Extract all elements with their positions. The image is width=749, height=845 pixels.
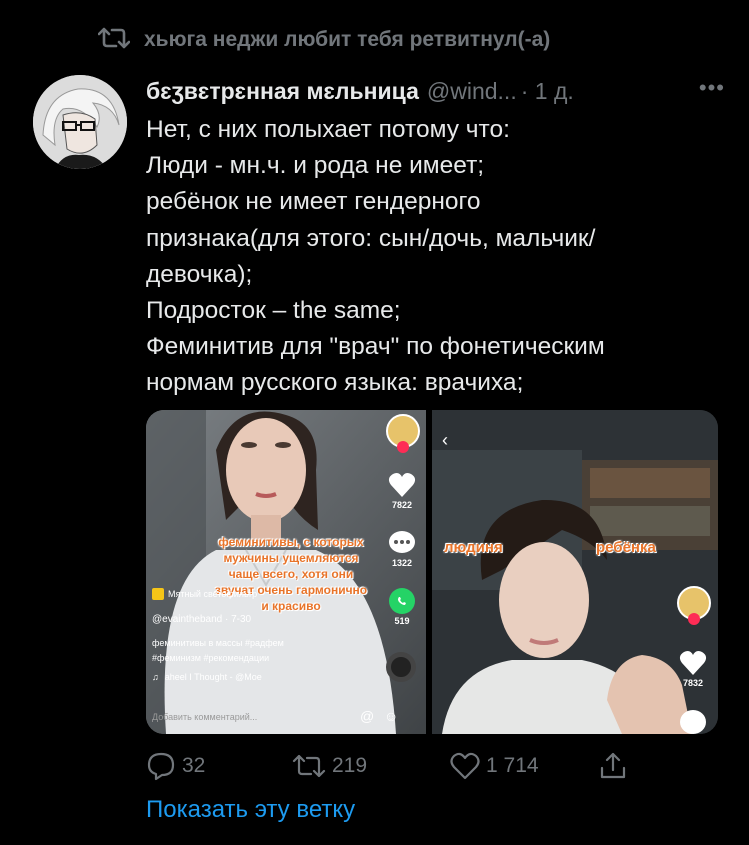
video-frame-right [432,410,718,734]
author-name[interactable]: бɛʒвɛтрɛнная мɛльница [146,78,419,105]
tweet-actions: 32 219 1 714 [146,748,636,784]
like-count: 7822 [391,500,413,510]
avatar[interactable] [33,75,127,169]
more-options-icon[interactable]: ••• [699,75,725,101]
comment-action-left[interactable]: 1322 [388,530,416,568]
share-action-left[interactable]: 519 [389,588,415,626]
retweet-text: хьюга неджи любит тебя ретвитнул(-а) [144,28,551,51]
retweet-icon [97,26,131,55]
tweet-timestamp[interactable]: · 1 д. [521,78,574,105]
video-description: #феминизм #рекомендации [152,653,270,663]
media-image-right[interactable]: ‹ людиня ребёнка 7832 [432,410,718,734]
like-action-left[interactable]: 7822 [388,472,416,510]
like-action-right[interactable]: 7832 [679,650,707,688]
tweet-line: Подросток – the same; [146,297,401,325]
overlay-label-right: ребёнка [596,539,656,556]
heart-icon [450,752,480,780]
retweet-count: 219 [332,754,368,777]
caption-line: чаще всего, хотя они [228,567,354,581]
heart-icon [388,473,416,497]
tweet-line: Нет, с них полыхает потому что: [146,116,510,143]
like-button[interactable]: 1 714 [450,748,539,784]
tweet-line: признака(для этого: сын/дочь, мальчик/ [146,224,596,252]
video-username[interactable]: @evaintheband · 7-30 [152,614,251,625]
share-count: 519 [394,616,410,626]
like-count: 1 714 [486,754,539,777]
reply-count: 32 [182,754,206,777]
caption-line: мужчины ущемляются [223,551,359,565]
overlay-label-left: людиня [444,539,503,556]
filter-icon [152,588,164,600]
tweet-line: девочка); [146,260,253,288]
retweet-icon [292,754,326,778]
mention-icon[interactable]: @ [360,708,374,724]
emoji-icon[interactable]: ☺ [384,708,398,724]
music-track-label: aheel I Thought - @Moe [164,672,262,682]
tweet-header: бɛʒвɛтрɛнная мɛльница @wind... · 1 д. ••… [146,73,725,109]
comment-input[interactable]: Добавить комментарий... [152,712,257,722]
author-handle[interactable]: @wind... [427,78,517,105]
share-button[interactable] [598,748,628,784]
media-image-left[interactable]: феминитивы, с которых мужчины ущемляются… [146,410,426,734]
reply-button[interactable]: 32 [146,748,205,784]
back-chevron-icon[interactable]: ‹ [442,430,448,451]
reply-icon [147,752,175,781]
music-note-icon: ♫ [152,672,159,682]
retweet-button[interactable]: 219 [292,748,367,784]
tweet-text: Нет, с них полыхает потому что: Люди - м… [146,112,726,402]
follow-plus-icon[interactable] [688,613,700,625]
caption-line: и красиво [261,599,321,613]
share-icon [600,752,626,779]
caption-line: феминитивы, с которых [218,535,364,549]
like-count: 7832 [682,678,704,688]
comment-icon [389,531,415,553]
video-description: феминитивы в массы #радфем [152,638,284,648]
follow-plus-icon[interactable] [397,441,409,453]
creator-avatar[interactable] [677,586,711,625]
tweet-line: ребёнок не имеет гендерного [146,188,481,216]
tweet-line: Люди - мн.ч. и рода не имеет; [146,152,485,180]
show-thread-link[interactable]: Показать эту ветку [146,796,355,824]
tweet-media[interactable]: феминитивы, с которых мужчины ущемляются… [146,410,718,734]
creator-avatar[interactable] [386,414,420,453]
video-caption: феминитивы, с которых мужчины ущемляются… [196,534,386,614]
tweet-line: нормам русского языка: врачиха; [146,369,524,397]
filter-tag[interactable]: Мятный светофильтр [152,588,257,600]
tweet-line: Феминитив для "врач" по фонетическим [146,333,605,361]
whatsapp-icon [389,588,415,614]
filter-label: Мятный светофильтр [168,589,258,599]
retweet-context[interactable]: хьюга неджи любит тебя ретвитнул(-а) [97,22,551,58]
music-disc-icon[interactable] [386,652,416,682]
music-track[interactable]: ♫ aheel I Thought - @Moe [152,672,262,682]
comment-count: 1322 [391,558,413,568]
comment-icon[interactable] [680,710,706,734]
heart-icon [679,651,707,675]
